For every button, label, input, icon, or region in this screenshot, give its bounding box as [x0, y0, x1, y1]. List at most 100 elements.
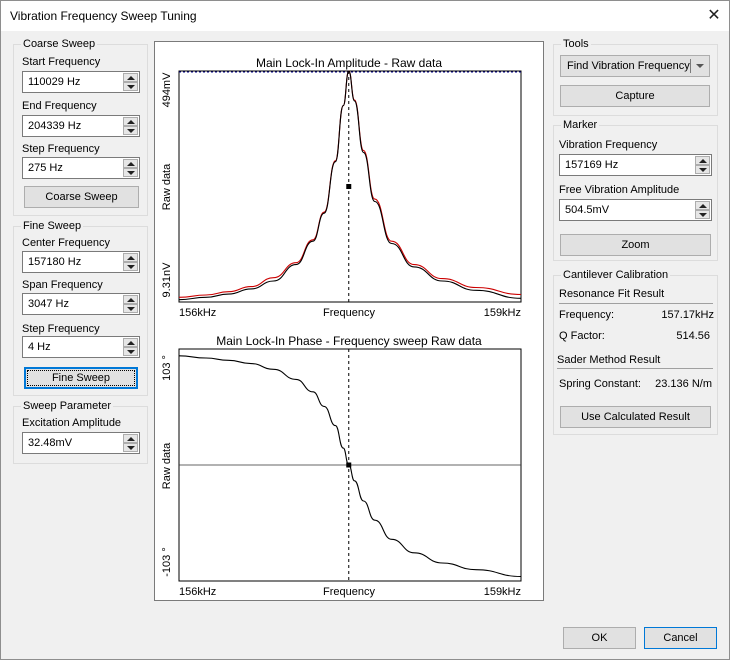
center-frequency-input[interactable]	[23, 252, 119, 272]
spin-up-icon[interactable]	[123, 434, 138, 443]
cantilever-calibration-group: Cantilever Calibration Resonance Fit Res…	[553, 269, 718, 435]
phase-xtick-right: 159kHz	[484, 586, 521, 598]
ok-button[interactable]: OK	[563, 627, 636, 649]
spin-down-icon[interactable]	[695, 165, 710, 174]
center-frequency-label: Center Frequency	[22, 237, 111, 249]
spin-up-icon[interactable]	[123, 253, 138, 262]
amplitude-plot-title: Main Lock-In Amplitude - Raw data	[256, 56, 442, 70]
vibration-frequency-label: Vibration Frequency	[559, 139, 658, 151]
excitation-amplitude-spin[interactable]	[123, 434, 138, 452]
fine-step-frequency-spin[interactable]	[123, 338, 138, 356]
spin-down-icon[interactable]	[123, 126, 138, 135]
amplitude-ylabel: Raw data	[161, 163, 173, 210]
spin-down-icon[interactable]	[123, 82, 138, 91]
end-frequency-stepper[interactable]	[22, 115, 140, 137]
spin-down-icon[interactable]	[123, 168, 138, 177]
vibration-frequency-stepper[interactable]	[559, 154, 712, 176]
resonance-fit-header: Resonance Fit Result	[559, 288, 665, 300]
free-vibration-amplitude-stepper[interactable]	[559, 199, 712, 221]
coarse-sweep-button[interactable]: Coarse Sweep	[24, 186, 139, 208]
free-vibration-amplitude-spin[interactable]	[695, 201, 710, 219]
excitation-amplitude-input[interactable]	[23, 433, 119, 453]
spin-down-icon[interactable]	[123, 443, 138, 452]
phase-ytick-bottom: -103 °	[161, 547, 173, 576]
center-frequency-spin[interactable]	[123, 253, 138, 271]
title-bar[interactable]: Vibration Frequency Sweep Tuning ✕	[1, 1, 729, 31]
plot-panel[interactable]: Main Lock-In Amplitude - Raw data Raw da…	[154, 41, 544, 601]
coarse-step-frequency-label: Step Frequency	[22, 143, 100, 155]
amplitude-ytick-bottom: 9.31nV	[161, 262, 173, 298]
spin-up-icon[interactable]	[123, 159, 138, 168]
end-frequency-input[interactable]	[23, 116, 119, 136]
phase-ylabel: Raw data	[161, 442, 173, 489]
coarse-step-frequency-spin[interactable]	[123, 159, 138, 177]
marker-point[interactable]	[346, 462, 352, 468]
fine-step-frequency-input[interactable]	[23, 337, 119, 357]
end-frequency-label: End Frequency	[22, 100, 97, 112]
cantilever-calibration-title: Cantilever Calibration	[561, 269, 671, 281]
q-factor-label: Q Factor:	[559, 330, 605, 342]
sader-method-divider	[557, 368, 713, 369]
start-frequency-spin[interactable]	[123, 73, 138, 91]
sader-method-header: Sader Method Result	[557, 354, 661, 366]
span-frequency-label: Span Frequency	[22, 279, 103, 291]
amplitude-xlabel: Frequency	[323, 307, 375, 319]
spin-down-icon[interactable]	[123, 262, 138, 271]
phase-ytick-top: 103 °	[161, 355, 173, 381]
free-vibration-amplitude-input[interactable]	[560, 200, 692, 220]
cancel-button[interactable]: Cancel	[644, 627, 717, 649]
amplitude-xtick-left: 156kHz	[179, 307, 216, 319]
window-title: Vibration Frequency Sweep Tuning	[10, 9, 197, 23]
amplitude-xtick-right: 159kHz	[484, 307, 521, 319]
coarse-step-frequency-input[interactable]	[23, 158, 119, 178]
tools-dropdown[interactable]: Find Vibration Frequency	[560, 55, 710, 77]
fine-step-frequency-label: Step Frequency	[22, 323, 100, 335]
center-frequency-stepper[interactable]	[22, 251, 140, 273]
fine-sweep-button[interactable]: Fine Sweep	[24, 367, 138, 389]
start-frequency-stepper[interactable]	[22, 71, 140, 93]
span-frequency-stepper[interactable]	[22, 293, 140, 315]
chevron-down-icon[interactable]	[696, 64, 704, 68]
fine-step-frequency-stepper[interactable]	[22, 336, 140, 358]
sweep-parameter-title: Sweep Parameter	[21, 400, 114, 412]
spin-up-icon[interactable]	[123, 73, 138, 82]
marker-group: Marker Vibration Frequency Free Vibratio…	[553, 119, 718, 261]
fine-sweep-group: Fine Sweep Center Frequency Span Frequen…	[13, 220, 148, 396]
use-calculated-result-button[interactable]: Use Calculated Result	[560, 406, 711, 428]
phase-xtick-left: 156kHz	[179, 586, 216, 598]
fine-sweep-title: Fine Sweep	[21, 220, 84, 232]
fit-frequency-value: 157.17kHz	[661, 309, 714, 321]
end-frequency-spin[interactable]	[123, 117, 138, 135]
marker-point[interactable]	[346, 184, 352, 189]
spin-up-icon[interactable]	[123, 338, 138, 347]
spin-up-icon[interactable]	[123, 117, 138, 126]
spin-down-icon[interactable]	[123, 347, 138, 356]
spin-down-icon[interactable]	[123, 304, 138, 313]
vibration-frequency-spin[interactable]	[695, 156, 710, 174]
spring-constant-value: 23.136 N/m	[655, 378, 712, 390]
spin-down-icon[interactable]	[695, 210, 710, 219]
fit-frequency-label: Frequency:	[559, 309, 615, 321]
coarse-sweep-title: Coarse Sweep	[21, 38, 98, 50]
span-frequency-input[interactable]	[23, 294, 119, 314]
tools-dropdown-value: Find Vibration Frequency	[567, 60, 690, 72]
spring-constant-label: Spring Constant:	[559, 378, 641, 390]
excitation-amplitude-label: Excitation Amplitude	[22, 417, 122, 429]
capture-button[interactable]: Capture	[560, 85, 710, 107]
coarse-step-frequency-stepper[interactable]	[22, 157, 140, 179]
spin-up-icon[interactable]	[123, 295, 138, 304]
close-icon[interactable]: ✕	[699, 1, 729, 31]
plots-svg[interactable]: Main Lock-In Amplitude - Raw data Raw da…	[155, 42, 543, 600]
vibration-frequency-input[interactable]	[560, 155, 692, 175]
excitation-amplitude-stepper[interactable]	[22, 432, 140, 454]
phase-plot-title: Main Lock-In Phase - Frequency sweep Raw…	[216, 334, 482, 348]
spin-up-icon[interactable]	[695, 201, 710, 210]
tools-title: Tools	[561, 38, 591, 50]
start-frequency-input[interactable]	[23, 72, 119, 92]
span-frequency-spin[interactable]	[123, 295, 138, 313]
zoom-button[interactable]: Zoom	[560, 234, 711, 256]
spin-up-icon[interactable]	[695, 156, 710, 165]
marker-title: Marker	[561, 119, 600, 131]
q-factor-value: 514.56	[676, 330, 710, 342]
tools-dropdown-separator	[690, 59, 691, 73]
